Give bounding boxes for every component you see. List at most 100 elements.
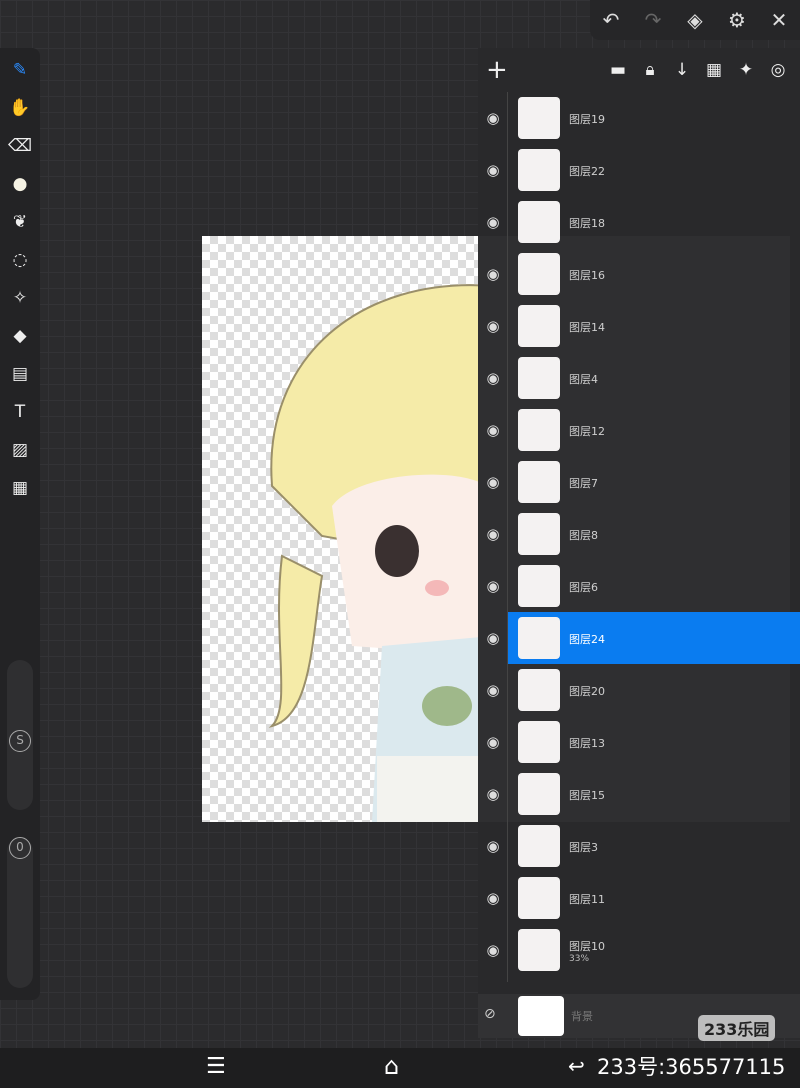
gradient-icon[interactable]: ▤	[0, 364, 40, 384]
eraser-tool-icon[interactable]: ⌫	[0, 136, 40, 156]
layer-name: 图层6	[569, 579, 598, 595]
layer-name: 图层4	[569, 371, 598, 387]
layer-row[interactable]: ◉ 图层13	[478, 716, 800, 768]
drawing-canvas[interactable]	[202, 236, 492, 822]
layer-row[interactable]: ◉ 图层15	[478, 768, 800, 820]
layer-row[interactable]: ◉图层11	[478, 872, 800, 924]
eye-icon[interactable]: ◉	[478, 421, 508, 439]
text-tool-icon[interactable]: T	[0, 402, 40, 422]
merge-down-icon[interactable]: ↓	[672, 60, 692, 80]
layer-opacity: 33%	[569, 954, 589, 964]
layer-row[interactable]: ◉ 图层14	[478, 300, 800, 352]
layer-name: 图层15	[569, 787, 605, 803]
layer-thumbnail	[518, 825, 560, 867]
eye-icon[interactable]: ◉	[478, 733, 508, 751]
artwork	[202, 236, 492, 822]
eye-icon[interactable]: ◉	[478, 629, 508, 647]
layer-row[interactable]: ◉ 图层3	[478, 820, 800, 872]
layer-thumbnail	[518, 617, 560, 659]
layer-thumbnail	[518, 409, 560, 451]
layer-row[interactable]: ◉图层1033%	[478, 924, 800, 976]
menu-icon[interactable]: ☰	[206, 1054, 226, 1079]
watermark: 233乐园	[698, 1015, 775, 1041]
system-nav-bar: ☰ ⌂ ↩ 233号:365577115	[0, 1048, 800, 1088]
layer-name: 图层3	[569, 839, 598, 855]
layer-row[interactable]: ◉ 图层19	[478, 92, 800, 144]
pin-icon[interactable]: ✦	[736, 60, 756, 80]
undo-icon[interactable]: ↶	[596, 8, 626, 32]
transparency-icon[interactable]: ▦	[704, 60, 724, 80]
add-layer-icon[interactable]: +	[486, 55, 510, 85]
layer-row[interactable]: ◉ 图层16	[478, 248, 800, 300]
layer-thumbnail	[518, 357, 560, 399]
eye-icon[interactable]: ◉	[478, 525, 508, 543]
top-toolbar: ↶ ↷ ◈ ⚙ ✕	[590, 0, 800, 40]
eye-icon[interactable]: ◉	[478, 837, 508, 855]
layer-name: 图层13	[569, 735, 605, 751]
layer-thumbnail	[518, 97, 560, 139]
redo-icon[interactable]: ↷	[638, 8, 668, 32]
fill-bucket-icon[interactable]: ◆	[0, 326, 40, 346]
layer-name: 图层24	[569, 631, 605, 647]
layer-row[interactable]: ◉图层8	[478, 508, 800, 560]
layer-thumbnail	[518, 721, 560, 763]
layer-name: 图层14	[569, 319, 605, 335]
layer-row[interactable]: ◉图层18	[478, 196, 800, 248]
folder-icon[interactable]: ▬	[608, 60, 628, 80]
layer-thumbnail	[518, 513, 560, 555]
lasso-icon[interactable]: ◌	[0, 250, 40, 270]
smudge-tool-icon[interactable]: ✋	[0, 98, 40, 118]
eye-icon[interactable]: ◉	[478, 681, 508, 699]
layer-thumbnail	[518, 305, 560, 347]
eye-icon[interactable]: ◉	[478, 369, 508, 387]
layer-row[interactable]: ◉ 图层4	[478, 352, 800, 404]
opacity-slider[interactable]	[7, 838, 33, 988]
layer-name: 图层22	[569, 163, 605, 179]
home-icon[interactable]: ⌂	[384, 1052, 399, 1080]
brush-tool-icon[interactable]: ✎	[0, 60, 40, 80]
layer-thumbnail	[518, 996, 564, 1036]
layers-icon[interactable]: ◈	[680, 8, 710, 32]
eye-icon[interactable]: ◉	[478, 941, 508, 959]
eye-icon[interactable]: ◉	[478, 317, 508, 335]
leaf-brush-icon[interactable]: ❦	[0, 212, 40, 232]
opacity-label: 0	[9, 837, 31, 859]
eye-icon[interactable]: ◉	[478, 889, 508, 907]
eye-icon[interactable]: ◉	[478, 161, 508, 179]
layer-name: 图层16	[569, 267, 605, 283]
eye-icon[interactable]: ◉	[478, 213, 508, 231]
eye-hidden-icon[interactable]: ⊘	[484, 1006, 496, 1022]
layer-row[interactable]: ◉ 图层24	[478, 612, 800, 664]
layer-thumbnail	[518, 461, 560, 503]
layer-name: 图层12	[569, 423, 605, 439]
gear-icon[interactable]: ⚙	[722, 8, 752, 32]
layer-thumbnail	[518, 201, 560, 243]
layer-thumbnail	[518, 253, 560, 295]
layer-thumbnail	[518, 669, 560, 711]
eye-icon[interactable]: ◉	[478, 265, 508, 283]
layer-row[interactable]: ◉ 图层22	[478, 144, 800, 196]
eye-icon[interactable]: ◉	[478, 473, 508, 491]
size-label: S	[9, 730, 31, 752]
magic-wand-icon[interactable]: ✧	[0, 288, 40, 308]
layer-name: 图层20	[569, 683, 605, 699]
tool-sidebar: ✎ ✋ ⌫ ● ❦ ◌ ✧ ◆ ▤ T ▨ ▦ S 0	[0, 48, 40, 1000]
layer-name: 背景	[571, 1008, 593, 1024]
layer-name: 图层19	[569, 111, 605, 127]
layer-row[interactable]: ◉图层7	[478, 456, 800, 508]
image-icon[interactable]: ▨	[0, 440, 40, 460]
back-icon[interactable]: ↩	[568, 1054, 585, 1078]
eye-icon[interactable]: ◉	[478, 577, 508, 595]
eye-icon[interactable]: ◉	[478, 109, 508, 127]
color-picker-icon[interactable]: ●	[0, 174, 40, 194]
close-icon[interactable]: ✕	[764, 8, 794, 32]
layer-thumbnail	[518, 773, 560, 815]
layer-row[interactable]: ◉ 图层12	[478, 404, 800, 456]
layer-row[interactable]: ◉ 图层20	[478, 664, 800, 716]
lock-icon[interactable]: 🔒︎	[640, 60, 660, 80]
target-icon[interactable]: ◎	[768, 60, 788, 80]
layer-row[interactable]: ◉ 图层6	[478, 560, 800, 612]
layer-thumbnail	[518, 565, 560, 607]
eye-icon[interactable]: ◉	[478, 785, 508, 803]
grid-icon[interactable]: ▦	[0, 478, 40, 498]
